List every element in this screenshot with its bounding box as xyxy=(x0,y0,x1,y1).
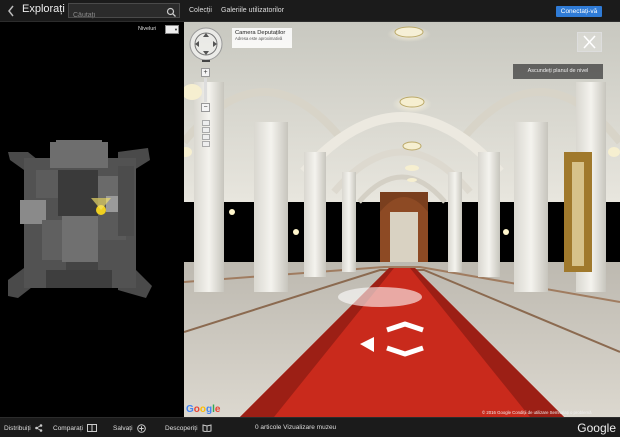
compass-control[interactable] xyxy=(188,26,224,64)
levels-label: Niveluri xyxy=(138,26,157,32)
close-icon xyxy=(583,35,596,49)
save-button[interactable]: Salvați xyxy=(113,424,146,433)
level-option[interactable] xyxy=(202,120,210,126)
discover-button[interactable]: Descoperiți xyxy=(165,424,212,432)
compare-label: Comparați xyxy=(53,424,83,432)
nav-link-collections[interactable]: Colecții xyxy=(189,7,212,14)
floor-plan-room-hall xyxy=(62,216,98,262)
google-brand: Google xyxy=(577,421,616,435)
museum-info[interactable]: 0 articole Vizualizare muzeu xyxy=(255,424,336,431)
share-label: Distribuiți xyxy=(4,424,31,432)
level-picker[interactable] xyxy=(202,120,210,150)
top-bar: Explorați Colecții Galeriile utilizatori… xyxy=(0,0,620,22)
app-title: Explorați xyxy=(22,3,65,15)
panorama-image[interactable] xyxy=(184,22,620,417)
connect-button[interactable]: Conectați-vă xyxy=(556,6,602,17)
share-button[interactable]: Distribuiți xyxy=(4,424,43,432)
floor-plan-room xyxy=(42,220,62,260)
zoom-in-button[interactable]: + xyxy=(201,68,210,77)
level-option[interactable] xyxy=(202,127,210,133)
google-logo: Google xyxy=(186,404,221,415)
chevron-left-icon[interactable] xyxy=(6,4,18,18)
search-box[interactable] xyxy=(68,3,180,22)
book-icon xyxy=(202,424,212,432)
floor-plan-room-south xyxy=(46,270,112,288)
search-input[interactable] xyxy=(69,9,161,22)
share-icon xyxy=(34,424,43,432)
navigation-target xyxy=(338,287,422,307)
nav-link-user-galleries[interactable]: Galeriile utilizatorilor xyxy=(221,7,284,14)
add-circle-icon xyxy=(136,424,146,433)
save-label: Salvați xyxy=(113,425,133,432)
place-info-card[interactable]: Camera Deputaților Adresa este aproximat… xyxy=(232,28,292,48)
level-select[interactable]: ▼ xyxy=(165,25,179,34)
discover-label: Descoperiți xyxy=(165,424,198,432)
panorama-attribution[interactable]: © 2016 Google Condiții de utilizare Semn… xyxy=(482,410,591,415)
place-address: Adresa este aproximativă xyxy=(235,36,283,41)
search-icon[interactable] xyxy=(166,5,177,17)
zoom-out-button[interactable]: − xyxy=(201,103,210,112)
zoom-slider-track[interactable] xyxy=(204,78,207,102)
bottom-bar: Distribuiți Comparați Salvați Descoperiț… xyxy=(0,417,620,437)
floor-plan-panel: Niveluri ▼ Date hartă ©2016 Google Condi… xyxy=(0,22,184,436)
floor-plan-room xyxy=(98,176,120,198)
compare-icon xyxy=(86,424,97,432)
floor-plan-map[interactable] xyxy=(6,130,156,300)
floor-plan-room-east xyxy=(118,166,134,236)
close-button[interactable] xyxy=(577,32,602,52)
compare-button[interactable]: Comparați xyxy=(53,424,97,432)
hide-floor-plan-button[interactable]: Ascundeți planul de nivel xyxy=(513,64,603,79)
level-option[interactable] xyxy=(202,134,210,140)
level-option[interactable] xyxy=(202,141,210,147)
floor-plan-room-center xyxy=(58,170,98,216)
street-view-panorama[interactable]: Camera Deputaților Adresa este aproximat… xyxy=(184,22,620,417)
zoom-control: + − xyxy=(201,68,210,112)
chevron-down-icon: ▼ xyxy=(174,27,178,32)
